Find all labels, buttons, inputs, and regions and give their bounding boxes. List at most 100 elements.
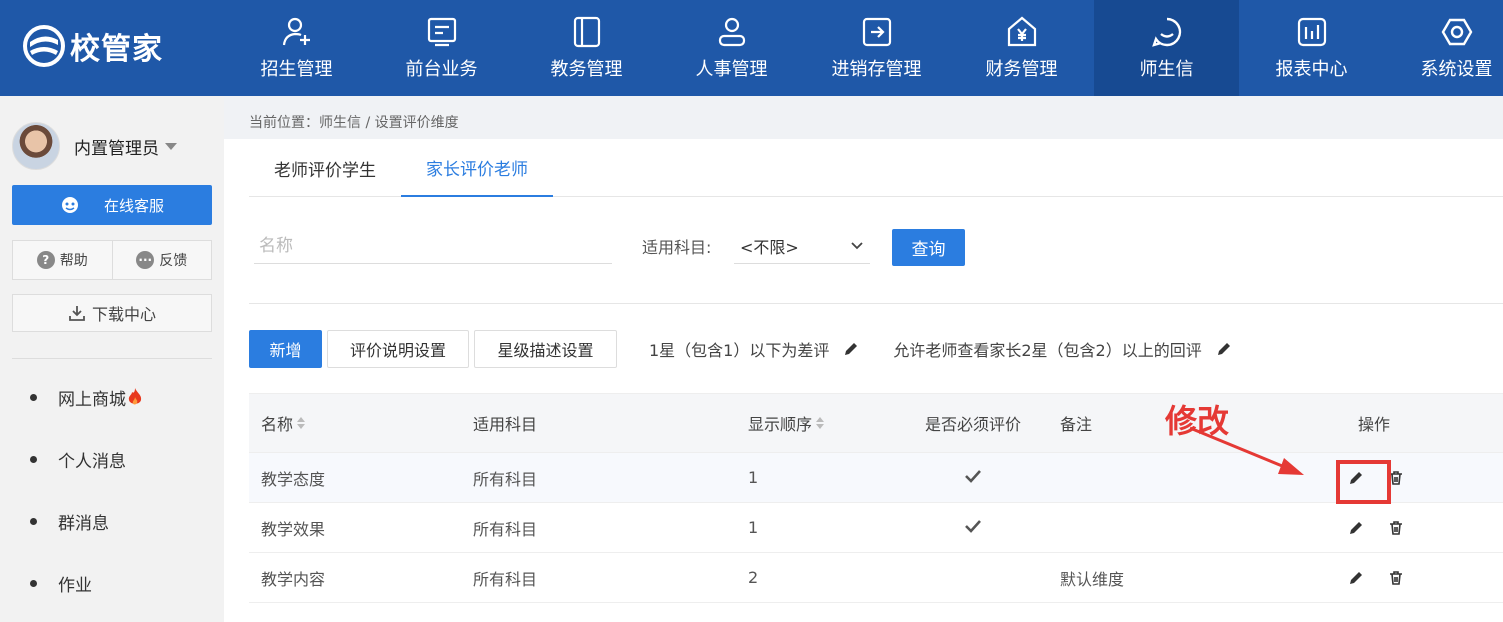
sidebar: 内置管理员 在线客服 ? 帮助 ··· 反馈 下载中心 网上商城 个人消息 群消… <box>0 96 224 622</box>
subject-filter-label: 适用科目: <box>642 238 712 257</box>
nav-item-reports[interactable]: 报表中心 <box>1239 0 1384 96</box>
main-panel: 老师评价学生 家长评价老师 适用科目: <不限> 查询 新增 评价说明设置 星级… <box>224 139 1503 622</box>
settings-icon <box>1441 18 1472 46</box>
download-center-button[interactable]: 下载中心 <box>12 294 212 332</box>
sidebar-item-group-messages[interactable]: 群消息 <box>30 490 143 552</box>
cell-subject: 所有科目 <box>473 519 538 539</box>
delete-button[interactable] <box>1385 567 1407 589</box>
brand-logo[interactable]: 校管家 <box>22 22 163 70</box>
sidebar-divider <box>12 358 212 359</box>
delete-button[interactable] <box>1385 517 1407 539</box>
add-button[interactable]: 新增 <box>249 330 322 368</box>
section-divider <box>249 303 1503 304</box>
nav-item-enrollment[interactable]: 招生管理 <box>224 0 369 96</box>
desk-icon <box>427 17 456 47</box>
cell-required <box>898 518 1048 537</box>
avatar <box>12 122 60 170</box>
annotation-arrow-icon <box>1189 426 1304 475</box>
help-button[interactable]: ? 帮助 <box>13 241 113 279</box>
edit-icon[interactable] <box>1216 341 1232 357</box>
bullet-icon <box>30 393 37 401</box>
edit-button[interactable] <box>1345 517 1367 539</box>
user-name: 内置管理员 <box>74 138 159 159</box>
nav-item-inventory[interactable]: 进销存管理 <box>804 0 949 96</box>
feedback-icon: ··· <box>136 251 155 269</box>
brand-name: 校管家 <box>70 32 163 67</box>
cell-order: 2 <box>748 568 759 587</box>
help-icon: ? <box>36 251 55 269</box>
table-header: 名称 适用科目 显示顺序 是否必须评价 备注 操作 <box>249 393 1503 453</box>
bad-review-rule: 1星（包含1）以下为差评 <box>649 337 859 361</box>
dimension-table: 名称 适用科目 显示顺序 是否必须评价 备注 操作 教学态度 所有科目 1 教学… <box>249 393 1503 603</box>
edit-button[interactable] <box>1345 567 1367 589</box>
main-nav: 招生管理 前台业务 教务管理 人事管理 进销存管理 财务管理 师生信 报表中心 <box>224 0 1503 96</box>
online-service-button[interactable]: 在线客服 <box>12 185 212 225</box>
table-row: 教学效果 所有科目 1 <box>249 503 1503 553</box>
column-header-name[interactable]: 名称 <box>249 411 461 435</box>
feedback-button[interactable]: ··· 反馈 <box>113 241 212 279</box>
action-bar: 新增 评价说明设置 星级描述设置 1星（包含1）以下为差评 允许老师查看家长2星… <box>249 330 1232 368</box>
cell-subject: 所有科目 <box>473 569 538 589</box>
sidebar-item-personal-messages[interactable]: 个人消息 <box>30 428 143 490</box>
subject-select[interactable]: <不限> <box>734 229 870 264</box>
star-description-settings-button[interactable]: 星级描述设置 <box>474 330 617 368</box>
user-menu[interactable]: 内置管理员 <box>12 122 177 170</box>
column-header-actions: 操作 <box>1358 415 1391 434</box>
cell-actions <box>1298 467 1503 489</box>
edit-icon <box>1350 521 1362 534</box>
bullet-icon <box>30 455 37 463</box>
check-icon <box>965 520 981 533</box>
bullet-icon <box>30 579 37 587</box>
column-header-order[interactable]: 显示顺序 <box>736 411 898 435</box>
finance-icon <box>1007 16 1036 47</box>
download-icon <box>69 306 85 321</box>
cell-actions <box>1298 567 1503 589</box>
annotation-highlight-box <box>1336 460 1391 504</box>
edit-icon[interactable] <box>843 341 859 357</box>
cell-actions <box>1298 517 1503 539</box>
inventory-icon <box>862 17 891 47</box>
nav-item-finance[interactable]: 财务管理 <box>949 0 1094 96</box>
query-button[interactable]: 查询 <box>892 229 965 266</box>
cell-subject: 所有科目 <box>473 469 538 489</box>
tab-teacher-evaluates-student[interactable]: 老师评价学生 <box>249 139 401 197</box>
filter-bar: 适用科目: <不限> 查询 <box>224 229 1503 269</box>
cell-remark: 默认维度 <box>1060 569 1125 589</box>
nav-item-hr[interactable]: 人事管理 <box>659 0 804 96</box>
tab-bar: 老师评价学生 家长评价老师 <box>249 139 1503 197</box>
customer-service-icon <box>61 197 78 213</box>
nav-item-messages[interactable]: 师生信 <box>1094 0 1239 96</box>
column-header-required: 是否必须评价 <box>924 415 1021 434</box>
logo-icon <box>23 25 65 67</box>
evaluation-description-settings-button[interactable]: 评价说明设置 <box>327 330 469 368</box>
cell-order: 1 <box>748 468 759 487</box>
person-icon <box>718 17 745 47</box>
cell-name: 教学内容 <box>261 569 326 589</box>
edit-icon <box>1350 571 1362 584</box>
top-navigation-bar: 校管家 招生管理 前台业务 教务管理 人事管理 进销存管理 财务管理 师生信 报… <box>0 0 1503 96</box>
chevron-down-icon <box>165 142 177 150</box>
name-search-input[interactable] <box>254 229 612 264</box>
nav-item-settings[interactable]: 系统设置 <box>1384 0 1503 96</box>
nav-item-academic[interactable]: 教务管理 <box>514 0 659 96</box>
table-row: 教学内容 所有科目 2 默认维度 <box>249 553 1503 603</box>
chevron-down-icon <box>851 242 863 250</box>
user-add-icon <box>282 17 310 46</box>
cell-name: 教学效果 <box>261 519 326 539</box>
tab-parent-evaluates-teacher[interactable]: 家长评价老师 <box>401 139 553 197</box>
book-icon <box>573 16 600 48</box>
sort-icon[interactable] <box>816 417 825 429</box>
cell-order: 1 <box>748 518 759 537</box>
nav-item-front-desk[interactable]: 前台业务 <box>369 0 514 96</box>
fire-icon <box>128 388 142 405</box>
trash-icon <box>1390 570 1402 585</box>
sort-icon[interactable] <box>297 417 306 429</box>
teacher-view-rule: 允许老师查看家长2星（包含2）以上的回评 <box>893 337 1231 361</box>
cell-name: 教学态度 <box>261 469 326 489</box>
bullet-icon <box>30 517 37 525</box>
help-feedback-row: ? 帮助 ··· 反馈 <box>12 240 212 280</box>
report-icon <box>1297 17 1326 47</box>
sidebar-item-homework[interactable]: 作业 <box>30 552 143 614</box>
sidebar-item-mall[interactable]: 网上商城 <box>30 366 143 428</box>
breadcrumb: 当前位置：师生信 / 设置评价维度 <box>249 115 459 131</box>
